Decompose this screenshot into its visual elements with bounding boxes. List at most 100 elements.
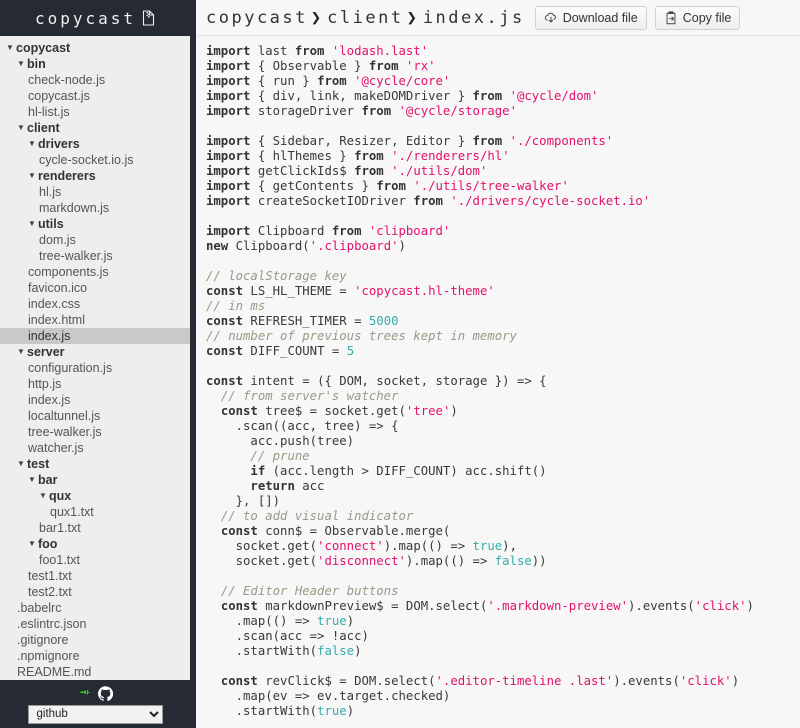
caret-down-icon[interactable]: ▼ bbox=[28, 536, 38, 552]
tree-file-row[interactable]: tree-walker.js bbox=[0, 424, 190, 440]
tree-file-row[interactable]: copycast.js bbox=[0, 88, 190, 104]
caret-down-icon[interactable]: ▼ bbox=[39, 488, 49, 504]
tree-file-row[interactable]: tree-walker.js bbox=[0, 248, 190, 264]
tree-file-row[interactable]: bar1.txt bbox=[0, 520, 190, 536]
code-token-str: './drivers/cycle-socket.io' bbox=[450, 194, 651, 208]
tree-file-row[interactable]: index.html bbox=[0, 312, 190, 328]
tree-item-label: index.html bbox=[28, 313, 85, 327]
tree-item-label: server bbox=[27, 345, 65, 359]
code-line: import { Sidebar, Resizer, Editor } from… bbox=[206, 134, 613, 148]
tree-item-label: dom.js bbox=[39, 233, 76, 247]
code-token-plain: )) bbox=[531, 554, 547, 568]
tree-file-row[interactable]: .babelrc bbox=[0, 600, 190, 616]
tree-file-row[interactable]: markdown.js bbox=[0, 200, 190, 216]
code-token-plain: .startWith( bbox=[206, 704, 318, 718]
file-zip-icon bbox=[142, 10, 155, 26]
tree-file-row[interactable]: test1.txt bbox=[0, 568, 190, 584]
theme-select[interactable]: github bbox=[27, 704, 163, 724]
code-token-str: 'click' bbox=[694, 599, 747, 613]
tree-file-row[interactable]: .eslintrc.json bbox=[0, 616, 190, 632]
tree-dir-row[interactable]: ▼ test bbox=[0, 456, 190, 472]
app-title: copycast bbox=[34, 8, 137, 28]
code-token-plain: markdownPreview$ = DOM.select( bbox=[257, 599, 488, 613]
code-token-str: './utils/tree-walker' bbox=[413, 179, 569, 193]
code-line: const intent = ({ DOM, socket, storage }… bbox=[206, 374, 547, 388]
caret-down-icon[interactable]: ▼ bbox=[17, 456, 27, 472]
tree-dir-row[interactable]: ▼ server bbox=[0, 344, 190, 360]
tree-file-row[interactable]: index.css bbox=[0, 296, 190, 312]
code-token-plain: { run } bbox=[250, 74, 318, 88]
code-token-plain: { div, link, makeDOMDriver } bbox=[250, 89, 473, 103]
tree-file-row[interactable]: configuration.js bbox=[0, 360, 190, 376]
tree-dir-row[interactable]: ▼ copycast bbox=[0, 40, 190, 56]
tree-dir-row[interactable]: ▼ bar bbox=[0, 472, 190, 488]
code-line: import { getContents } from './utils/tre… bbox=[206, 179, 569, 193]
code-token-bool: true bbox=[317, 614, 347, 628]
copy-file-button[interactable]: Copy file bbox=[654, 5, 741, 30]
tree-file-row[interactable]: watcher.js bbox=[0, 440, 190, 456]
breadcrumb-item[interactable]: client bbox=[327, 8, 403, 28]
tree-dir-row[interactable]: ▼ client bbox=[0, 120, 190, 136]
tree-file-row[interactable]: index.js bbox=[0, 328, 190, 344]
caret-down-icon[interactable]: ▼ bbox=[17, 56, 27, 72]
tree-file-row[interactable]: README.md bbox=[0, 664, 190, 680]
tree-file-row[interactable]: foo1.txt bbox=[0, 552, 190, 568]
tree-item-label: copycast bbox=[16, 41, 71, 55]
caret-down-icon[interactable]: ▼ bbox=[28, 168, 38, 184]
code-viewer[interactable]: import last from 'lodash.last' import { … bbox=[196, 36, 800, 728]
tree-file-row[interactable]: cycle-socket.io.js bbox=[0, 152, 190, 168]
caret-down-icon[interactable]: ▼ bbox=[28, 136, 38, 152]
tree-file-row[interactable]: test2.txt bbox=[0, 584, 190, 600]
status-icons bbox=[78, 685, 113, 703]
tree-file-row[interactable]: .gitignore bbox=[0, 632, 190, 648]
code-token-plain: ) bbox=[346, 704, 355, 718]
tree-dir-row[interactable]: ▼ renderers bbox=[0, 168, 190, 184]
caret-down-icon[interactable]: ▼ bbox=[17, 120, 27, 136]
tree-dir-row[interactable]: ▼ bin bbox=[0, 56, 190, 72]
tree-file-row[interactable]: .npmignore bbox=[0, 648, 190, 664]
code-token-kw: from bbox=[354, 164, 384, 178]
code-token-plain: .startWith( bbox=[206, 644, 318, 658]
code-token-plain: (acc.length > DIFF_COUNT) acc.shift() bbox=[265, 464, 547, 478]
caret-down-icon[interactable]: ▼ bbox=[28, 472, 38, 488]
code-token-plain: revClick$ = DOM.select( bbox=[257, 674, 436, 688]
code-token-plain: REFRESH_TIMER = bbox=[243, 314, 369, 328]
code-token-kw: from bbox=[361, 104, 392, 118]
code-token-plain: acc bbox=[294, 479, 325, 493]
tree-item-label: index.js bbox=[28, 329, 71, 343]
tree-file-row[interactable]: hl.js bbox=[0, 184, 190, 200]
tree-file-row[interactable]: components.js bbox=[0, 264, 190, 280]
tree-dir-row[interactable]: ▼ utils bbox=[0, 216, 190, 232]
tree-file-row[interactable]: localtunnel.js bbox=[0, 408, 190, 424]
caret-down-icon[interactable]: ▼ bbox=[6, 40, 16, 56]
download-file-button[interactable]: Download file bbox=[534, 5, 647, 30]
tree-file-row[interactable]: http.js bbox=[0, 376, 190, 392]
code-line: const conn$ = Observable.merge( bbox=[206, 524, 451, 538]
code-token-plain: Clipboard( bbox=[228, 239, 310, 253]
tree-file-row[interactable]: check-node.js bbox=[0, 72, 190, 88]
breadcrumb-item[interactable]: copycast bbox=[206, 8, 308, 28]
tree-dir-row[interactable]: ▼ foo bbox=[0, 536, 190, 552]
caret-down-icon[interactable]: ▼ bbox=[17, 344, 27, 360]
code-token-kw: if bbox=[250, 464, 266, 478]
tree-file-row[interactable]: index.js bbox=[0, 392, 190, 408]
caret-down-icon[interactable]: ▼ bbox=[28, 216, 38, 232]
tree-file-row[interactable]: dom.js bbox=[0, 232, 190, 248]
code-token-str: 'tree' bbox=[405, 404, 451, 418]
breadcrumb-item[interactable]: index.js bbox=[423, 8, 525, 28]
tree-file-row[interactable]: qux1.txt bbox=[0, 504, 190, 520]
file-tree[interactable]: ▼ copycast ▼ bin check-node.js copycast.js hl-… bbox=[0, 36, 190, 680]
tree-dir-row[interactable]: ▼ drivers bbox=[0, 136, 190, 152]
tree-item-label: README.md bbox=[17, 665, 92, 679]
tree-item-label: index.css bbox=[28, 297, 81, 311]
code-line: new Clipboard('.clipboard') bbox=[206, 239, 406, 253]
breadcrumb[interactable]: copycast ❯ client ❯ index.js bbox=[206, 8, 525, 28]
tree-file-row[interactable]: hl-list.js bbox=[0, 104, 190, 120]
tree-dir-row[interactable]: ▼ qux bbox=[0, 488, 190, 504]
tree-file-row[interactable]: favicon.ico bbox=[0, 280, 190, 296]
code-token-plain: DIFF_COUNT = bbox=[243, 344, 347, 358]
